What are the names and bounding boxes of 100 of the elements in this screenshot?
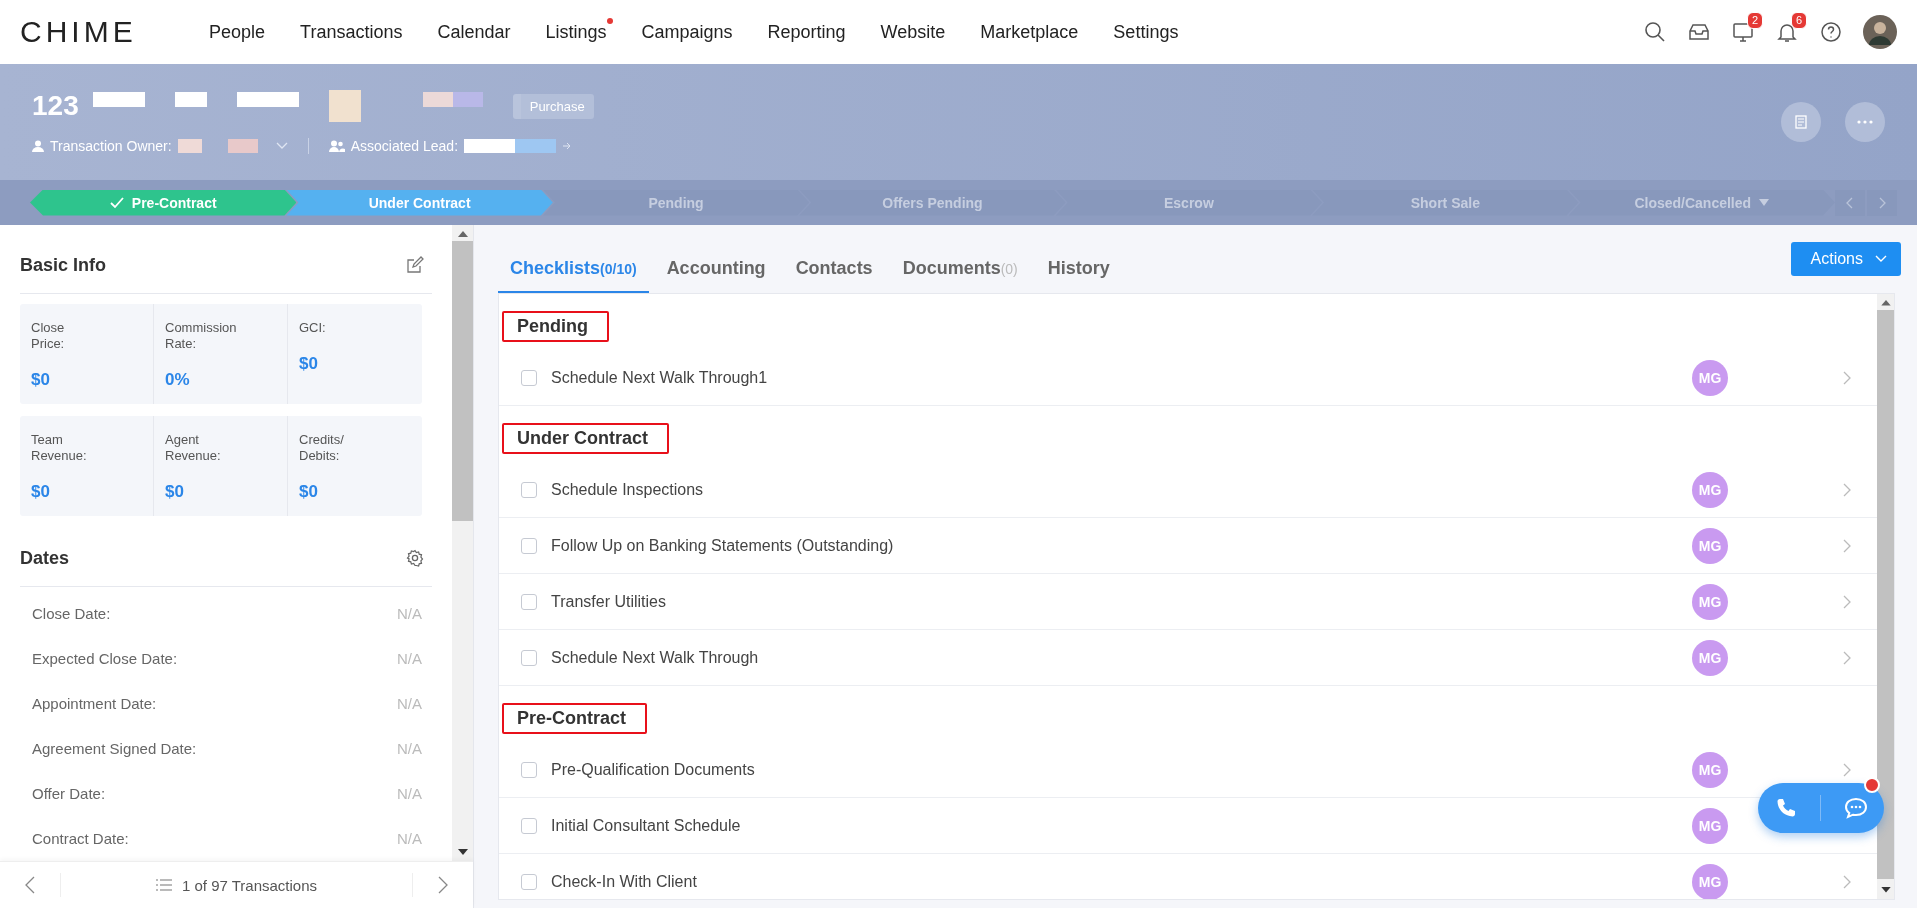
nav-link[interactable]: Reporting xyxy=(748,21,862,43)
chevron-right-icon[interactable] xyxy=(1843,762,1851,777)
nav-link[interactable]: Marketplace xyxy=(961,21,1095,43)
stat-value: $0 xyxy=(299,482,319,502)
list-icon xyxy=(155,879,172,891)
settings-icon[interactable] xyxy=(406,549,424,567)
nav-link[interactable]: Calendar xyxy=(418,21,527,43)
chevron-down-icon[interactable] xyxy=(275,142,288,150)
stat-value: $0 xyxy=(31,370,51,390)
tab[interactable]: History xyxy=(1035,225,1122,294)
people-icon xyxy=(328,140,345,152)
date-value: N/A xyxy=(397,740,422,757)
date-label: Close Date: xyxy=(32,605,111,622)
notification-dot xyxy=(1864,777,1880,793)
task-label: Pre-Qualification Documents xyxy=(551,760,756,779)
stat-label: Commission Rate: xyxy=(165,320,235,352)
chevron-right-icon[interactable] xyxy=(1843,874,1851,889)
nav-link[interactable]: Transactions xyxy=(281,21,419,43)
chevron-right-icon[interactable] xyxy=(1843,650,1851,665)
chevron-right-icon[interactable] xyxy=(1843,370,1851,385)
date-label: Expected Close Date: xyxy=(32,650,178,667)
redaction-block xyxy=(328,90,361,122)
nav-link[interactable]: Settings xyxy=(1094,21,1195,43)
redaction-block xyxy=(92,91,145,107)
task-label: Schedule Next Walk Through xyxy=(551,648,760,667)
search-icon[interactable] xyxy=(1643,20,1667,44)
assignee-avatar: MG xyxy=(1692,807,1728,844)
stat-value: 0% xyxy=(165,370,191,390)
checklist-row[interactable]: Schedule Next Walk Through1 MG xyxy=(499,350,1877,406)
help-icon[interactable] xyxy=(1819,20,1843,44)
checkbox[interactable] xyxy=(521,481,537,498)
stat-label: Team Revenue: xyxy=(31,432,88,464)
previous-button[interactable] xyxy=(1835,189,1865,216)
redaction-block xyxy=(174,91,207,107)
chevron-right-icon xyxy=(438,876,448,894)
group-title: Pre-Contract xyxy=(502,703,648,734)
redaction-block xyxy=(177,139,202,153)
owner-label: Transaction Owner: xyxy=(50,138,172,154)
nav-link[interactable]: Listings xyxy=(526,21,623,43)
scroll-up-icon[interactable] xyxy=(1880,300,1891,306)
document-button[interactable] xyxy=(1781,102,1821,142)
section-title: Dates xyxy=(20,547,70,569)
task-label: Follow Up on Banking Statements (Outstanding) xyxy=(551,536,895,555)
checkbox[interactable] xyxy=(521,817,537,834)
chevron-left-icon xyxy=(1846,196,1854,209)
stat-value: $0 xyxy=(165,482,185,502)
task-label: Check-In With Client xyxy=(551,872,698,891)
lead-label: Associated Lead: xyxy=(350,138,459,154)
edit-icon[interactable] xyxy=(406,256,424,274)
nav-link[interactable]: People xyxy=(190,21,282,43)
group-title: Pending xyxy=(502,311,609,342)
stat-label: GCI: xyxy=(299,320,327,336)
stat-label: Close Price: xyxy=(31,320,66,352)
task-label: Initial Consultant Schedule xyxy=(551,816,742,835)
nav-link[interactable]: Website xyxy=(861,21,962,43)
scroll-up-icon[interactable] xyxy=(457,231,468,237)
tab[interactable]: Accounting xyxy=(654,225,778,294)
checkbox[interactable] xyxy=(521,761,537,778)
chevron-right-icon[interactable] xyxy=(1843,594,1851,609)
chevron-right-icon[interactable] xyxy=(1843,482,1851,497)
checkbox[interactable] xyxy=(521,369,537,386)
nav-link[interactable]: Campaigns xyxy=(622,21,749,43)
logo[interactable]: CHIME xyxy=(20,15,190,49)
chat-icon xyxy=(1842,796,1869,820)
avatar-icon[interactable] xyxy=(1863,15,1897,49)
checklist-row[interactable]: Schedule Next Walk Through MG xyxy=(499,630,1877,686)
redaction-block xyxy=(227,139,258,153)
chevron-left-icon xyxy=(25,876,35,894)
next-button[interactable] xyxy=(1867,189,1897,216)
checklist-row[interactable]: Check-In With Client MG xyxy=(499,854,1877,899)
tab[interactable]: Contacts xyxy=(783,225,885,294)
task-label: Transfer Utilities xyxy=(551,592,667,611)
checkbox[interactable] xyxy=(521,593,537,610)
stat-value: $0 xyxy=(31,482,51,502)
assignee-avatar: MG xyxy=(1692,751,1728,788)
more-button[interactable] xyxy=(1845,102,1885,142)
transaction-title: 123 xyxy=(32,90,79,122)
checklist-row[interactable]: Schedule Inspections MG xyxy=(499,462,1877,518)
checkbox[interactable] xyxy=(521,873,537,890)
checklist-row[interactable]: Follow Up on Banking Statements (Outstanding) MG xyxy=(499,518,1877,574)
scrollbar[interactable] xyxy=(452,225,473,861)
stat-label: Credits/ Debits: xyxy=(299,432,345,464)
date-value: N/A xyxy=(397,695,422,712)
redaction-block xyxy=(236,91,299,107)
caret-icon[interactable] xyxy=(1759,199,1770,206)
date-label: Appointment Date: xyxy=(32,695,157,712)
tab[interactable]: Documents(0) xyxy=(890,225,1030,294)
count-badge: 6 xyxy=(1790,12,1807,29)
scrollbar[interactable] xyxy=(1877,294,1894,899)
scroll-down-icon[interactable] xyxy=(457,849,468,855)
arrow-right-icon[interactable] xyxy=(562,141,573,151)
checkbox[interactable] xyxy=(521,537,537,554)
count-badge: 2 xyxy=(1746,12,1763,29)
task-label: Schedule Inspections xyxy=(551,480,705,499)
date-value: N/A xyxy=(397,785,422,802)
checklist-row[interactable]: Transfer Utilities MG xyxy=(499,574,1877,630)
checkbox[interactable] xyxy=(521,649,537,666)
scroll-down-icon[interactable] xyxy=(1880,887,1891,893)
document-icon xyxy=(1793,114,1809,130)
chevron-right-icon[interactable] xyxy=(1843,538,1851,553)
